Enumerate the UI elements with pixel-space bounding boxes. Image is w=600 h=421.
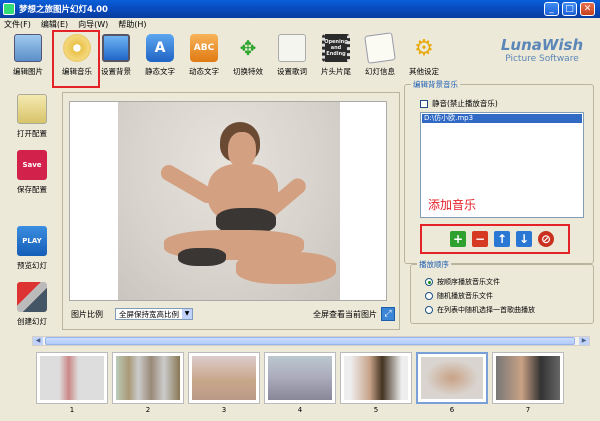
preview-play-icon: PLAY [17,226,47,256]
fullscreen-row: 全屏查看当前图片 ⤢ [313,307,395,321]
menu-help[interactable]: 帮助(H) [118,19,146,30]
order-option-sequential[interactable]: 按顺序播放音乐文件 [425,277,500,287]
move-down-button[interactable]: ↓ [516,231,532,247]
radio-random-one[interactable] [425,306,433,314]
thumbnail-number: 1 [69,406,75,414]
tool-slideshow-info[interactable]: 幻灯信息 [358,32,402,84]
order-option-random-one[interactable]: 在列表中随机选择一首歌曲播放 [425,305,535,315]
tool-set-background[interactable]: 设置背景 [94,32,138,84]
tool-transition-effects[interactable]: ✥ 切换特效 [226,32,270,84]
thumbnail-selected[interactable] [416,352,488,404]
save-config-icon: Save [17,150,47,180]
tool-edit-image[interactable]: 编辑图片 [6,32,50,84]
thumbnail[interactable] [112,352,184,404]
tool-other-settings[interactable]: ⚙ 其他设定 [402,32,446,84]
scroll-right-icon[interactable]: ▶ [579,337,589,345]
title-bar: 梦想之旅图片幻灯4.00 _ □ ✕ [0,0,600,18]
arrows-icon: ✥ [239,36,257,60]
music-buttons: + − ↑ ↓ ⊘ [420,226,580,256]
ratio-select[interactable]: 全屏保持宽高比例 ▼ [115,308,193,320]
add-music-annotation: 添加音乐 [428,198,477,212]
menu-bar: 文件(F) 编辑(E) 向导(W) 帮助(H) [0,18,600,30]
thumbnail-number: 2 [145,406,151,414]
tool-set-lyrics[interactable]: 设置歌词 [270,32,314,84]
thumbnail-number: 4 [297,406,303,414]
open-config-button[interactable]: 打开配置 [8,94,56,146]
scroll-thumb[interactable] [45,337,575,345]
menu-file[interactable]: 文件(F) [4,19,31,30]
fullscreen-icon[interactable]: ⤢ [381,307,395,321]
minimize-button[interactable]: _ [544,2,559,16]
monitor-icon [102,34,130,62]
fullscreen-label: 全屏查看当前图片 [313,309,377,319]
thumbnail-strip: ◀ ▶ 1 2 3 4 5 6 7 [32,336,590,418]
thumbnail-number: 6 [449,406,455,414]
order-option-random[interactable]: 随机播放音乐文件 [425,291,493,301]
menu-edit[interactable]: 编辑(E) [41,19,68,30]
highlight-edit-music [52,30,100,88]
app-icon [3,3,15,15]
mute-checkbox[interactable] [420,99,428,108]
order-group-title: 播放顺序 [417,259,451,270]
mute-label: 静音(禁止播放音乐) [432,99,498,108]
thumbnail[interactable] [188,352,260,404]
thumbnail[interactable] [340,352,412,404]
thumbnail[interactable] [264,352,336,404]
letter-a-icon: A [146,34,174,62]
add-music-button[interactable]: + [450,231,466,247]
radio-sequential[interactable] [425,278,433,286]
mute-checkbox-row[interactable]: 静音(禁止播放音乐) [420,98,498,109]
create-tools-icon [17,282,47,312]
menu-wizard[interactable]: 向导(W) [78,19,108,30]
play-order-group: 播放顺序 按顺序播放音乐文件 随机播放音乐文件 在列表中随机选择一首歌曲播放 [410,259,594,324]
preview-slideshow-button[interactable]: PLAY 预览幻灯 [8,226,56,278]
list-item[interactable]: D:\仿小欧.mp3 [422,114,582,123]
film-icon: Opening and Ending [322,34,350,62]
tool-dynamic-text[interactable]: ABC 动态文字 [182,32,226,84]
lyrics-icon [278,34,306,62]
chevron-down-icon: ▼ [182,309,192,319]
remove-music-button[interactable]: − [472,231,488,247]
maximize-button[interactable]: □ [562,2,577,16]
horizontal-scrollbar[interactable]: ◀ ▶ [32,336,590,346]
ratio-label: 图片比例 [71,309,103,319]
thumbnail-number: 5 [373,406,379,414]
tool-static-text[interactable]: A 静态文字 [138,32,182,84]
preview-photo [118,102,340,300]
window-title: 梦想之旅图片幻灯4.00 [19,5,108,15]
preview-frame [69,101,387,301]
save-config-button[interactable]: Save 保存配置 [8,150,56,202]
move-up-button[interactable]: ↑ [494,231,510,247]
clear-list-button[interactable]: ⊘ [538,231,554,247]
thumbnail-number: 3 [221,406,227,414]
open-config-icon [17,94,47,124]
thumbnail[interactable] [492,352,564,404]
radio-random[interactable] [425,292,433,300]
sidebar: 打开配置 Save 保存配置 PLAY 预览幻灯 创建幻灯 [8,92,56,332]
scroll-left-icon[interactable]: ◀ [33,337,43,345]
logo: LunaWish Picture Software [500,36,584,64]
create-slideshow-button[interactable]: 创建幻灯 [8,282,56,334]
preview-panel: 图片比例 全屏保持宽高比例 ▼ 全屏查看当前图片 ⤢ [62,92,400,330]
music-group-title: 编辑背景音乐 [411,79,460,90]
thumbnail[interactable] [36,352,108,404]
close-button[interactable]: ✕ [580,2,595,16]
thumbnail-number: 7 [525,406,531,414]
image-icon [14,34,42,62]
tool-opening-ending[interactable]: Opening and Ending 片头片尾 [314,32,358,84]
ratio-row: 图片比例 全屏保持宽高比例 ▼ [71,307,193,321]
gears-icon: ⚙ [414,35,434,61]
abc-icon: ABC [190,34,218,62]
notepad-icon [364,32,396,64]
